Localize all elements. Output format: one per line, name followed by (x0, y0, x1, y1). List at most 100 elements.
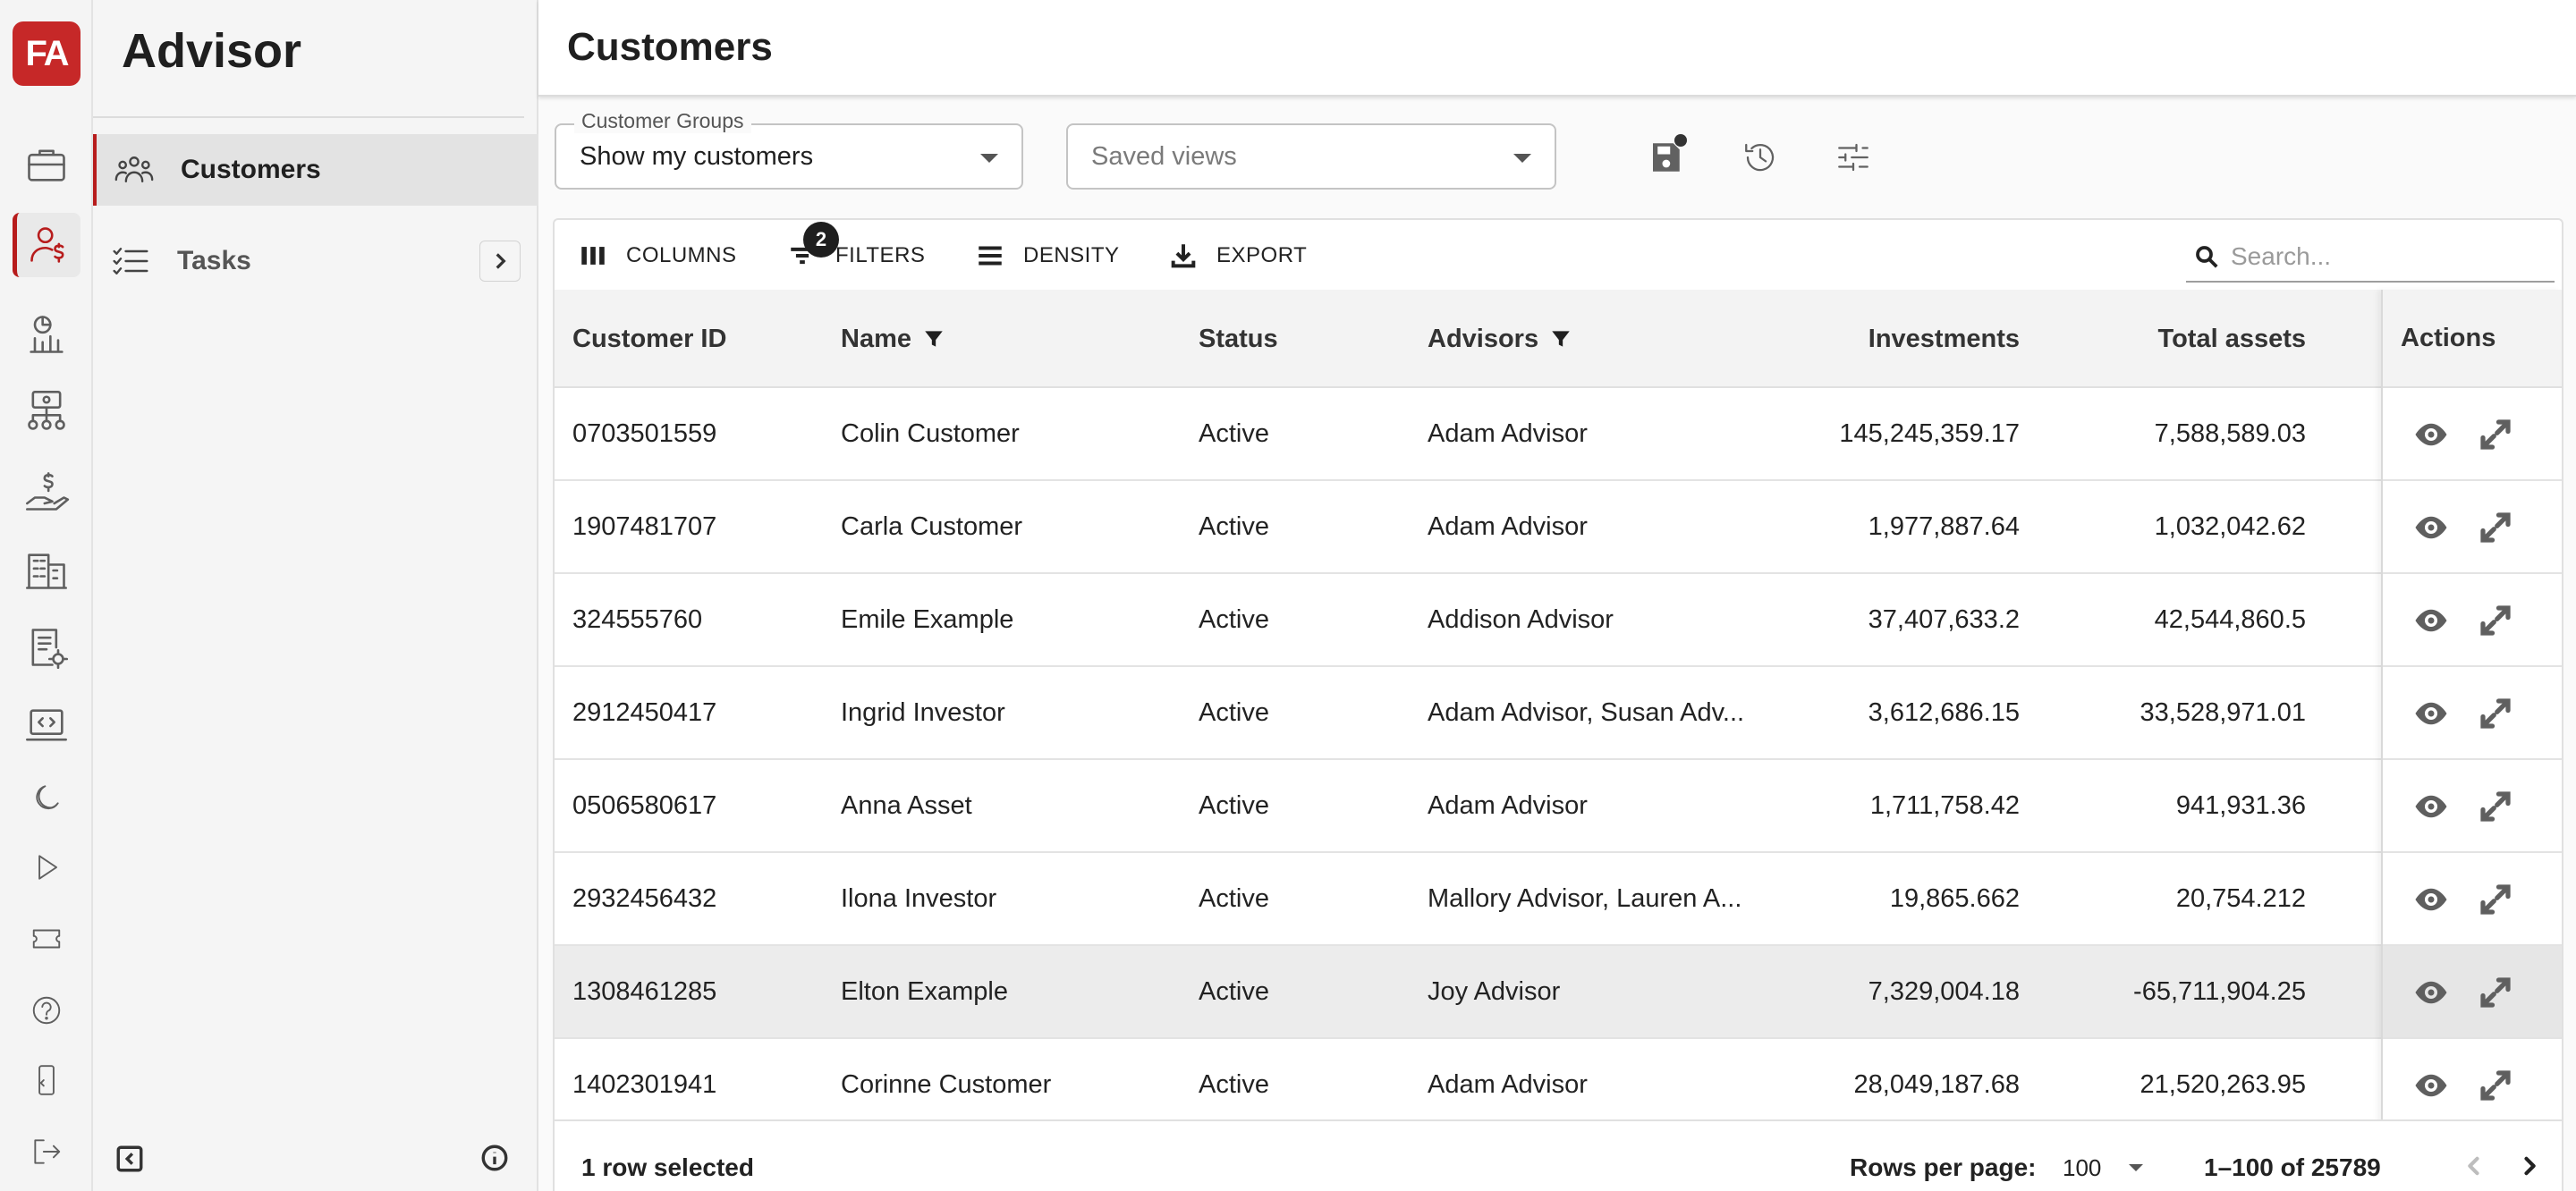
density-button[interactable]: DENSITY (975, 240, 1120, 272)
cell-investments: 1,977,887.64 (1868, 511, 2020, 541)
cell-investments: 28,049,187.68 (1853, 1069, 2020, 1099)
cell-customer-id: 1907481707 (572, 511, 717, 541)
ticket-icon[interactable] (13, 907, 80, 971)
row-actions (2383, 667, 2562, 760)
table-row[interactable]: 0703501559 Colin Customer Active Adam Advis… (555, 388, 2562, 481)
open-full-button[interactable] (2476, 415, 2515, 454)
view-button[interactable] (2411, 508, 2451, 547)
table-header: Customer ID Name Status Advisors Investm… (555, 290, 2562, 388)
open-full-button[interactable] (2476, 880, 2515, 919)
view-button[interactable] (2411, 787, 2451, 826)
briefcase-icon[interactable] (13, 132, 80, 197)
sidebar-item-tasks[interactable]: Tasks (93, 225, 538, 297)
app-logo[interactable]: FA (13, 21, 80, 86)
help-icon[interactable] (13, 978, 80, 1043)
grid-toolbar: COLUMNS FILTERS 2 DENSITY EXPORT (555, 220, 2562, 290)
expand-icon (2480, 698, 2511, 729)
customers-grid: COLUMNS FILTERS 2 DENSITY EXPORT Custome… (553, 218, 2563, 1191)
table-row[interactable]: 1308461285 Elton Example Active Joy Advisor… (555, 946, 2562, 1039)
column-header-total-assets[interactable]: Total assets (2075, 290, 2306, 388)
search-input[interactable] (2231, 242, 2535, 271)
open-full-button[interactable] (2476, 694, 2515, 733)
column-header-investments[interactable]: Investments (1789, 290, 2020, 388)
columns-icon (581, 247, 605, 265)
eye-icon (2415, 609, 2447, 632)
columns-button[interactable]: COLUMNS (578, 240, 737, 272)
page-range-text: 1–100 of 25789 (2204, 1153, 2381, 1181)
report-chart-icon[interactable] (13, 302, 80, 367)
open-full-button[interactable] (2476, 787, 2515, 826)
cell-status: Active (1199, 604, 1269, 634)
cell-investments: 145,245,359.17 (1839, 418, 2020, 448)
table-row[interactable]: 2932456432 Ilona Investor Active Mallory Ad… (555, 853, 2562, 946)
cell-investments: 37,407,633.2 (1868, 604, 2020, 634)
filter-funnel-icon[interactable] (1549, 327, 1572, 351)
money-network-icon[interactable] (13, 379, 80, 443)
expand-icon (2480, 512, 2511, 543)
doc-settings-icon[interactable] (13, 615, 80, 680)
play-icon[interactable] (13, 835, 80, 900)
dropdown-caret-icon (1513, 154, 1531, 163)
view-button[interactable] (2411, 694, 2451, 733)
laptop-code-icon[interactable] (13, 694, 80, 758)
mobile-icon[interactable] (13, 1048, 80, 1112)
open-full-button[interactable] (2476, 1066, 2515, 1105)
open-full-button[interactable] (2476, 508, 2515, 547)
open-full-button[interactable] (2476, 601, 2515, 640)
cell-investments: 3,612,686.15 (1868, 697, 2020, 727)
column-header-customer-id[interactable]: Customer ID (572, 290, 726, 388)
table-row[interactable]: 0506580617 Anna Asset Active Adam Advisor 1,… (555, 760, 2562, 853)
open-full-button[interactable] (2476, 973, 2515, 1012)
eye-icon (2415, 888, 2447, 911)
cell-investments: 1,711,758.42 (1869, 790, 2020, 820)
cell-name: Emile Example (841, 604, 1014, 634)
search-field[interactable] (2186, 232, 2555, 283)
page-title: Customers (567, 25, 773, 69)
tune-settings-button[interactable] (1825, 129, 1882, 186)
sidebar-item-customers[interactable]: Customers (93, 134, 538, 206)
column-header-advisors[interactable]: Advisors (1428, 290, 1572, 388)
building-icon[interactable] (13, 538, 80, 603)
save-view-button[interactable] (1637, 129, 1694, 186)
view-button[interactable] (2411, 973, 2451, 1012)
column-header-status[interactable]: Status (1199, 290, 1278, 388)
customer-groups-label: Customer Groups (574, 109, 751, 133)
eye-icon (2415, 795, 2447, 818)
column-header-name[interactable]: Name (841, 290, 945, 388)
cell-advisors: Joy Advisor (1428, 976, 1561, 1006)
filter-funnel-icon[interactable] (922, 327, 945, 351)
view-button[interactable] (2411, 415, 2451, 454)
history-button[interactable] (1732, 129, 1789, 186)
chevron-right-icon (2524, 1156, 2536, 1176)
collapse-sidebar-button[interactable] (111, 1141, 148, 1177)
view-button[interactable] (2411, 1066, 2451, 1105)
export-button[interactable]: EXPORT (1168, 240, 1307, 272)
rows-per-page-label: Rows per page: (1850, 1153, 2037, 1181)
logout-icon[interactable] (13, 1119, 80, 1184)
density-label: DENSITY (1023, 243, 1120, 267)
view-button[interactable] (2411, 880, 2451, 919)
eye-icon (2415, 981, 2447, 1004)
customer-dollar-icon[interactable] (13, 213, 80, 277)
next-page-button[interactable] (2512, 1148, 2547, 1184)
filters-label: FILTERS (835, 243, 926, 267)
saved-views-select[interactable]: Saved views (1066, 123, 1556, 190)
row-actions (2383, 388, 2562, 481)
cell-total-assets: 21,520,263.95 (2140, 1069, 2306, 1099)
view-button[interactable] (2411, 601, 2451, 640)
info-button[interactable] (476, 1139, 513, 1177)
cell-name: Colin Customer (841, 418, 1020, 448)
page-header: Customers (538, 0, 2576, 97)
hand-dollar-icon[interactable] (13, 460, 80, 524)
rows-per-page-select[interactable]: 100 (2063, 1152, 2161, 1184)
table-row[interactable]: 2912450417 Ingrid Investor Active Adam Advi… (555, 667, 2562, 760)
table-row[interactable]: 1907481707 Carla Customer Active Adam Advis… (555, 481, 2562, 574)
tasks-expand-button[interactable] (479, 241, 521, 282)
table-row[interactable]: 324555760 Emile Example Active Addison Advi… (555, 574, 2562, 667)
moon-icon[interactable] (13, 765, 80, 830)
customer-groups-select[interactable]: Customer Groups Show my customers (555, 109, 1023, 190)
previous-page-button[interactable] (2456, 1148, 2492, 1184)
table-row[interactable]: 1402301941 Corinne Customer Active Adam Adv… (555, 1039, 2562, 1132)
filters-count-badge: 2 (803, 222, 839, 258)
cell-total-assets: 7,588,589.03 (2154, 418, 2306, 448)
